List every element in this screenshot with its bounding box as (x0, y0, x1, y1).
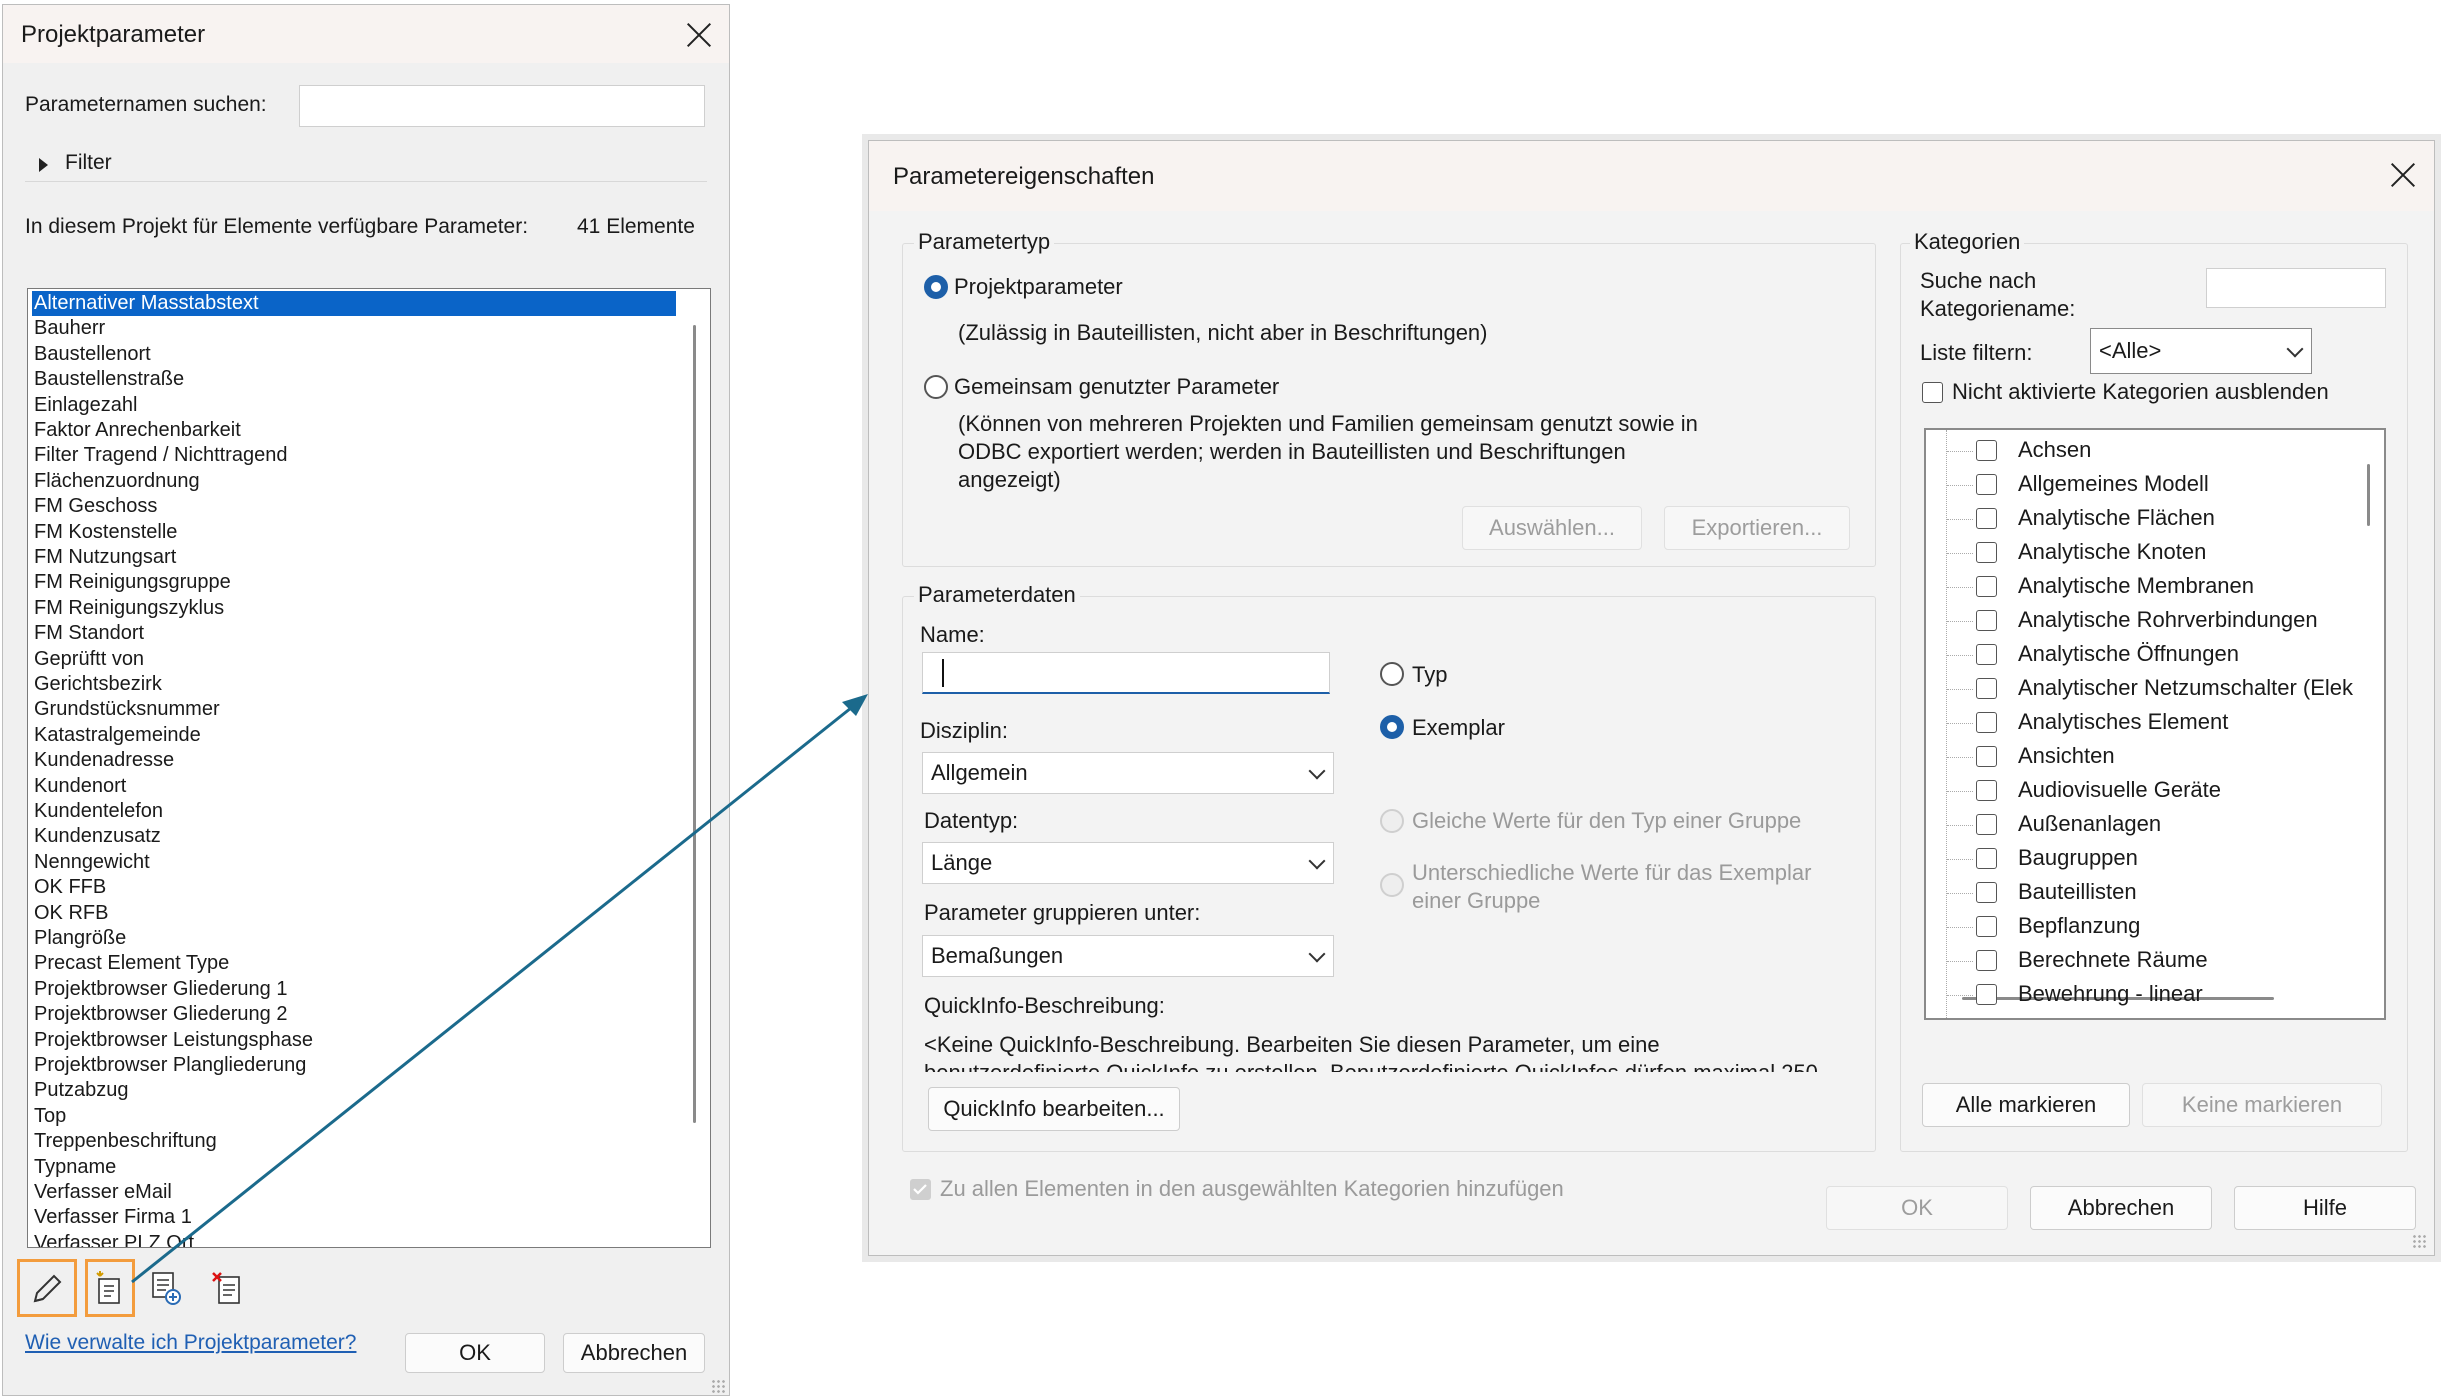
annotation-arrow (131, 694, 868, 1284)
